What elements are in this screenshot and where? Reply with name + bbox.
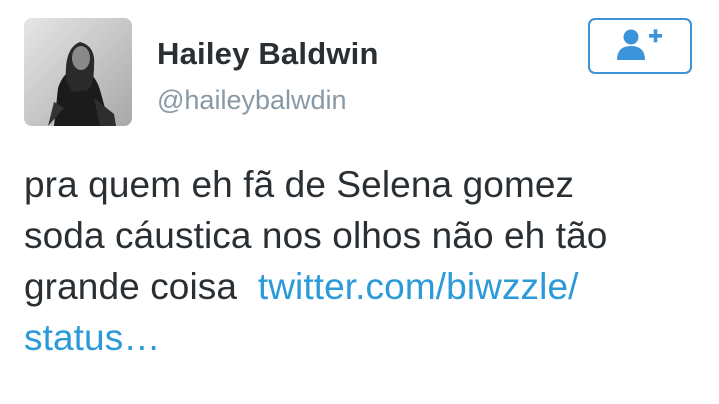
tweet-text-line: pra quem eh fã de Selena gomez <box>24 164 575 205</box>
tweet-text-line: status… <box>24 312 694 363</box>
display-name[interactable]: Hailey Baldwin <box>157 36 379 72</box>
tweet-text: pra quem eh fã de Selena gomez soda cáus… <box>24 159 694 363</box>
avatar-photo <box>24 18 132 126</box>
tweet-link[interactable]: twitter.com/biwzzle/ <box>258 266 579 307</box>
tweet-text-fragment: grande coisa <box>24 266 248 307</box>
username-handle[interactable]: @haileybalwdin <box>157 85 347 116</box>
tweet-link-continued[interactable]: status… <box>24 317 160 358</box>
tweet-text-line: grande coisa twitter.com/biwzzle/ <box>24 261 694 312</box>
follow-button[interactable] <box>588 18 692 74</box>
follow-user-plus-icon <box>615 27 665 66</box>
tweet-text-line: soda cáustica nos olhos não eh tão <box>24 215 608 256</box>
avatar[interactable] <box>24 18 132 126</box>
